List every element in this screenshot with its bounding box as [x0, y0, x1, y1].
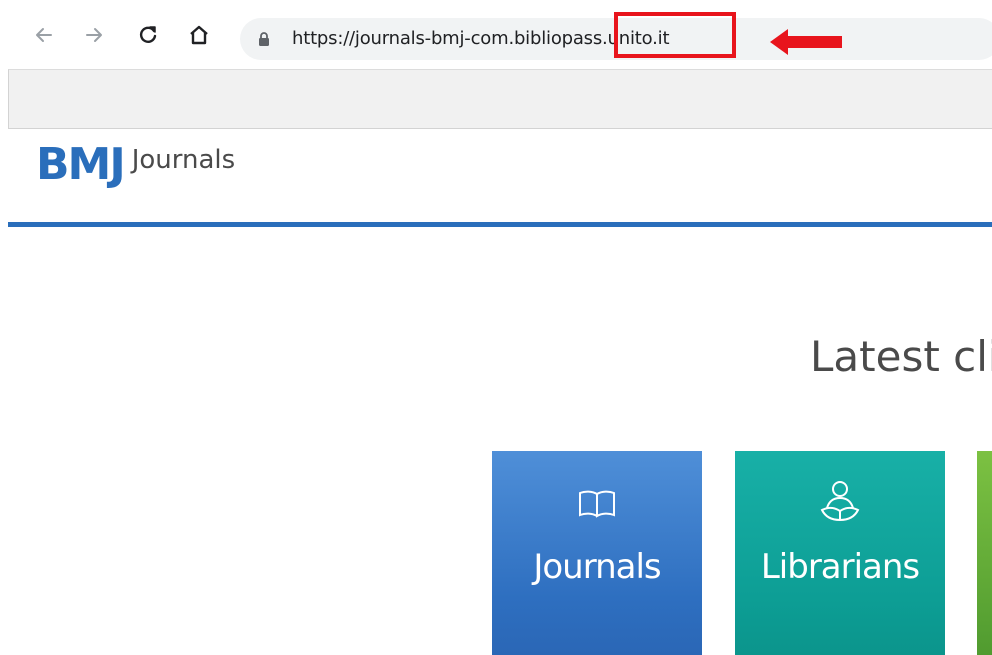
- lock-icon[interactable]: [258, 32, 270, 46]
- reader-icon: [818, 481, 862, 525]
- bmj-journals-logo[interactable]: BMJ Journals: [36, 139, 235, 191]
- reload-icon: [139, 26, 157, 43]
- section-heading: Latest cli: [810, 332, 992, 381]
- bookmarks-bar: [8, 69, 992, 129]
- site-header: BMJ Journals: [8, 129, 992, 224]
- back-button[interactable]: [30, 21, 58, 49]
- open-book-icon: [577, 481, 617, 525]
- librarians-tile-label: Librarians: [760, 547, 920, 587]
- browser-toolbar: https://journals-bmj-com.bibliopass.unit…: [0, 0, 992, 70]
- home-button[interactable]: [185, 21, 213, 49]
- address-bar[interactable]: https://journals-bmj-com.bibliopass.unit…: [240, 18, 992, 60]
- librarians-tile[interactable]: Librarians: [735, 451, 945, 655]
- journals-tile-label: Journals: [533, 547, 661, 587]
- forward-button[interactable]: [80, 21, 108, 49]
- url-text[interactable]: https://journals-bmj-com.bibliopass.unit…: [292, 28, 670, 49]
- bmj-logo-text: Journals: [131, 145, 236, 175]
- home-icon: [190, 25, 208, 45]
- header-divider: [8, 222, 992, 227]
- red-arrow-icon: [770, 29, 842, 55]
- reload-button[interactable]: [134, 21, 162, 49]
- back-arrow-icon: [36, 28, 52, 42]
- bmj-logo-mark: BMJ: [36, 139, 126, 190]
- forward-arrow-icon: [86, 28, 102, 42]
- third-tile[interactable]: [977, 451, 992, 655]
- journals-tile[interactable]: Journals: [492, 451, 702, 655]
